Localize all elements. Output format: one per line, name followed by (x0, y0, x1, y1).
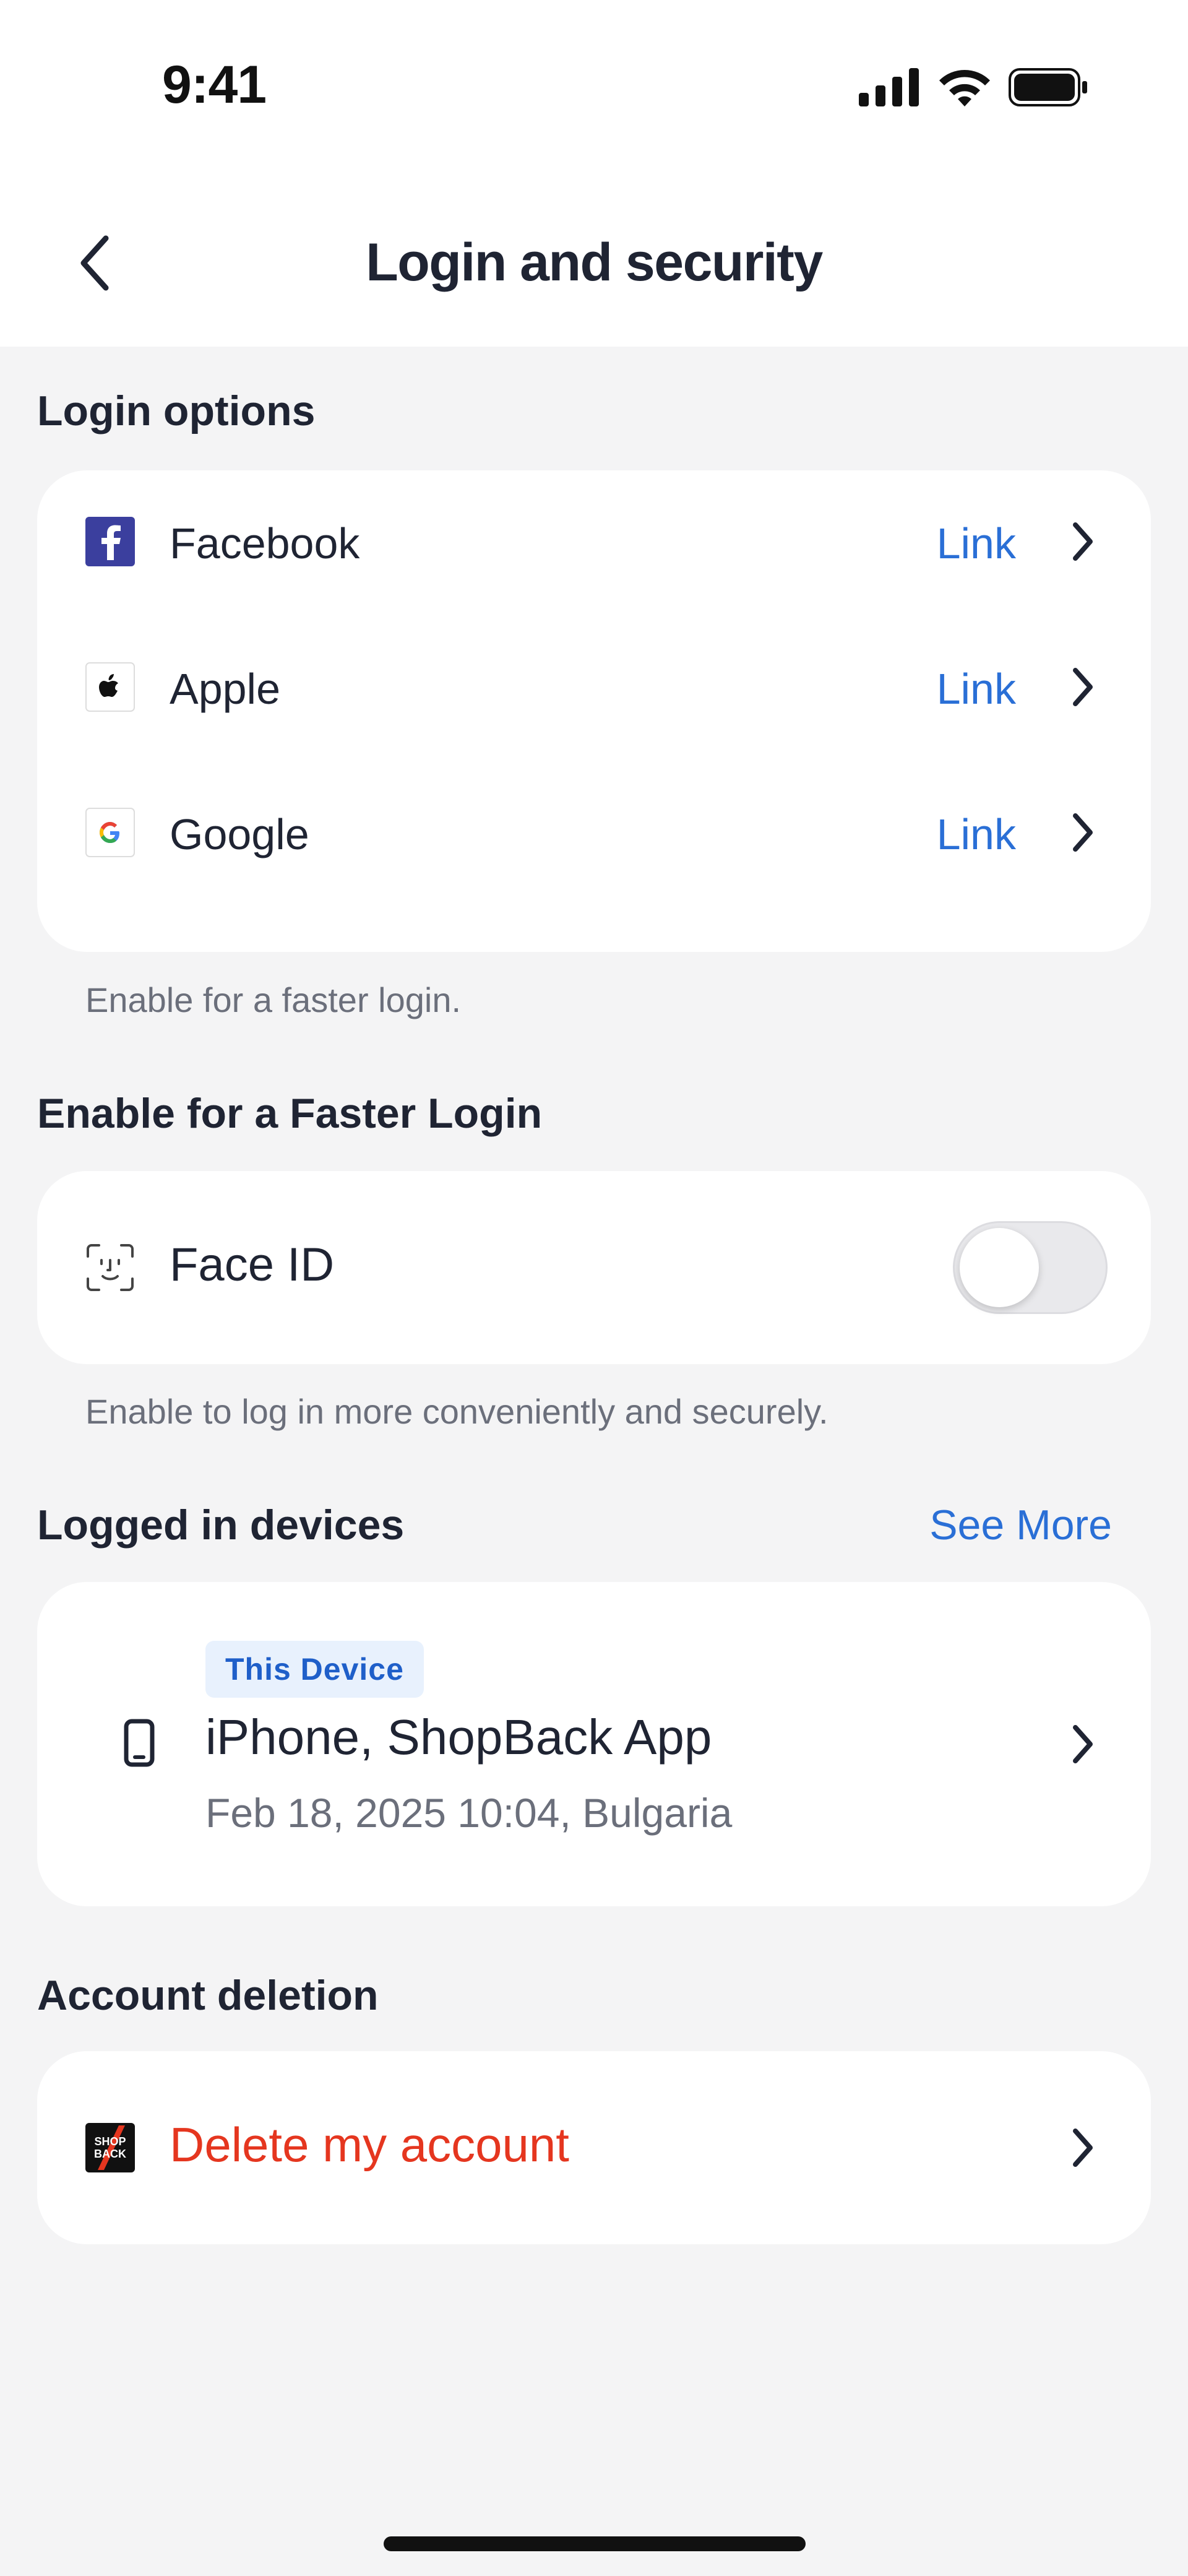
wifi-icon (939, 70, 990, 106)
see-more-button[interactable]: See More (929, 1501, 1112, 1549)
section-title-account-deletion: Account deletion (37, 1972, 379, 2019)
page-title: Login and security (366, 233, 823, 292)
home-indicator (384, 2536, 806, 2551)
device-card[interactable]: This Device iPhone, ShopBack App Feb 18,… (37, 1582, 1151, 1906)
delete-account-label: Delete my account (170, 2117, 569, 2172)
link-google-button[interactable]: Link (937, 810, 1016, 859)
shopback-logo-icon: SHOP BACK (85, 2123, 135, 2172)
status-icons (859, 67, 1089, 108)
logo-text-bottom: BACK (94, 2148, 126, 2160)
section-title-devices: Logged in devices (37, 1502, 405, 1549)
login-option-apple[interactable]: Apple Link (37, 653, 1151, 721)
login-option-facebook[interactable]: Facebook Link (37, 508, 1151, 576)
section-title-faster-login: Enable for a Faster Login (37, 1090, 543, 1137)
logo-text-top: SHOP (94, 2135, 126, 2148)
face-id-card: Face ID (37, 1171, 1151, 1364)
device-name: iPhone, ShopBack App (205, 1709, 712, 1765)
battery-icon (1009, 68, 1087, 106)
login-options-card: Facebook Link Apple Link Google Link (37, 470, 1151, 952)
login-options-helper-text: Enable for a faster login. (85, 980, 462, 1019)
section-title-login-options: Login options (37, 387, 316, 434)
phone-icon (121, 1718, 158, 1768)
chevron-right-icon (1064, 1719, 1101, 1769)
chevron-right-icon (1064, 517, 1101, 566)
link-apple-button[interactable]: Link (937, 664, 1016, 714)
face-id-label: Face ID (170, 1238, 335, 1291)
face-id-icon (85, 1243, 135, 1292)
top-bar: 9:41 Login and security (0, 0, 1188, 347)
cellular-signal-icon (859, 68, 919, 106)
delete-account-card[interactable]: SHOP BACK Delete my account (37, 2051, 1151, 2244)
chevron-right-icon (1064, 808, 1101, 857)
chevron-right-icon (1064, 2123, 1101, 2172)
login-option-label: Facebook (170, 519, 360, 568)
apple-icon (85, 662, 135, 712)
link-facebook-button[interactable]: Link (937, 519, 1016, 568)
chevron-right-icon (1064, 662, 1101, 712)
toggle-knob (960, 1228, 1039, 1307)
login-option-google[interactable]: Google Link (37, 798, 1151, 867)
facebook-icon (85, 517, 135, 566)
this-device-badge: This Device (205, 1641, 424, 1698)
login-option-label: Google (170, 810, 309, 858)
login-option-label: Apple (170, 665, 281, 713)
google-icon (85, 808, 135, 857)
status-time: 9:41 (162, 55, 267, 115)
face-id-toggle[interactable] (953, 1221, 1108, 1314)
device-meta: Feb 18, 2025 10:04, Bulgaria (205, 1790, 733, 1836)
face-id-helper-text: Enable to log in more conveniently and s… (85, 1392, 829, 1431)
